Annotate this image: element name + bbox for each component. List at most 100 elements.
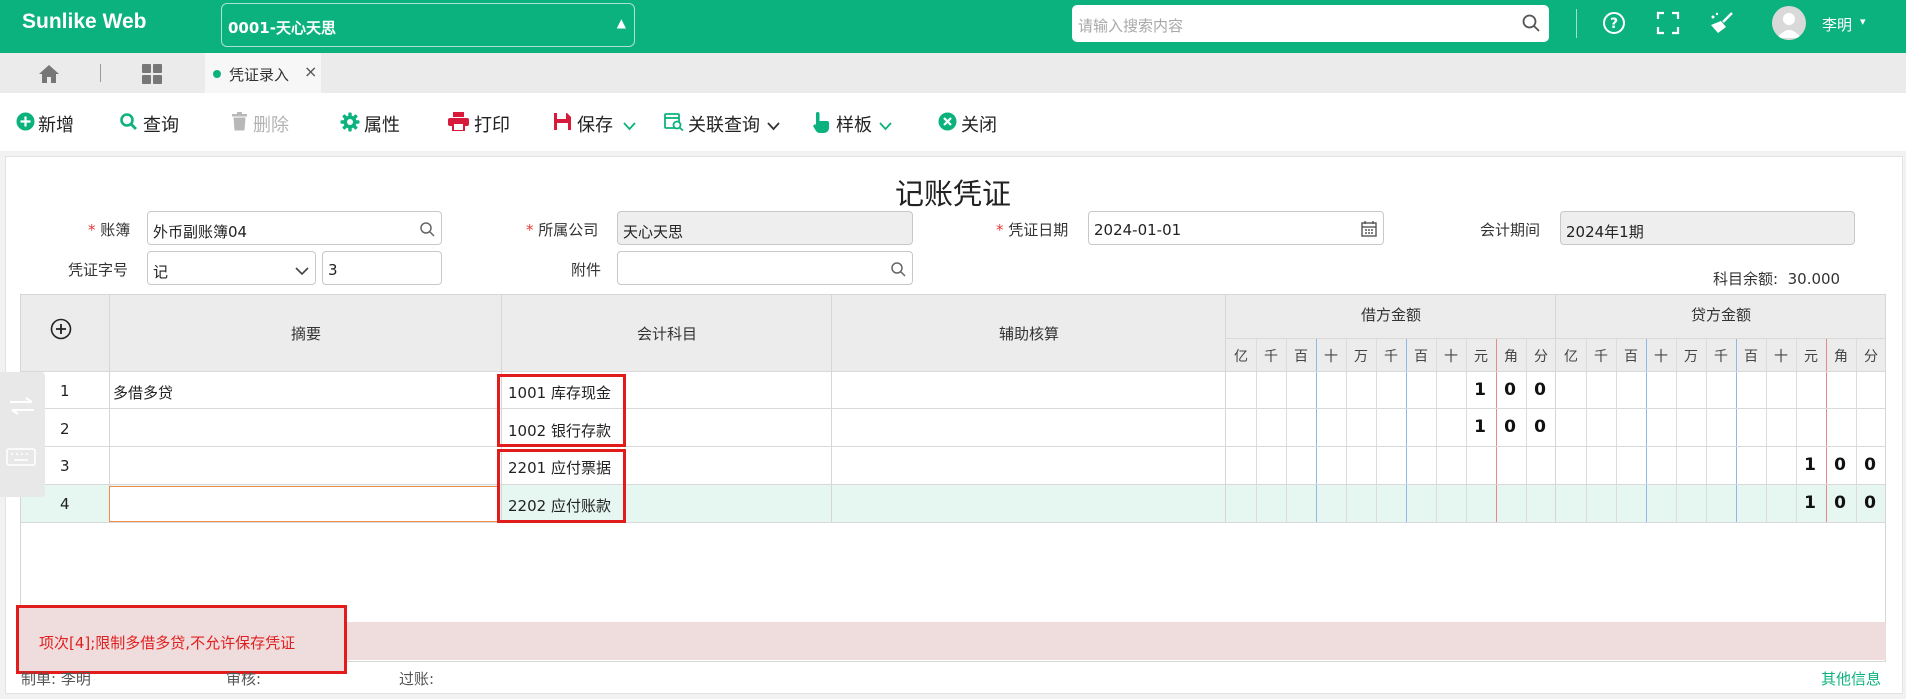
grid-line: [1376, 339, 1377, 522]
grid-line: [1406, 339, 1407, 522]
save-disk-icon: [553, 112, 572, 136]
debit-digit: 0: [1534, 380, 1546, 400]
tab-divider: [100, 64, 101, 82]
page-title: 记账凭证: [894, 177, 1011, 211]
voucher-number-input[interactable]: 3: [322, 251, 442, 285]
template-button[interactable]: 样板: [813, 111, 895, 136]
company-field: 天心天思: [617, 211, 913, 245]
period-field: 2024年1期: [1560, 211, 1855, 245]
grid-line: [1706, 339, 1707, 522]
side-panel-handle[interactable]: [0, 372, 45, 497]
credit-unit-header: 千: [1594, 349, 1608, 365]
grid-line: [1256, 339, 1257, 522]
top-bar: Sunlike Web 0001-天心天思 ▲ 请输入搜索内容 ? 李明 ▾: [0, 0, 1906, 53]
home-icon[interactable]: [38, 64, 60, 88]
global-search-input[interactable]: 请输入搜索内容: [1072, 5, 1549, 42]
clean-broom-icon[interactable]: [1708, 11, 1734, 39]
active-tab-dot: [213, 70, 221, 78]
tab-bar: 凭证录入 ×: [0, 53, 1906, 93]
properties-button[interactable]: 属性: [340, 111, 402, 136]
tab-voucher-entry[interactable]: 凭证录入 ×: [205, 53, 321, 93]
chevron-down-icon: [295, 262, 309, 280]
grid-line: [1646, 339, 1647, 522]
voucher-date-label: * 凭证日期: [996, 221, 1069, 239]
credit-digit: 0: [1864, 493, 1876, 513]
grid-line: [1436, 339, 1437, 522]
add-row-icon[interactable]: [50, 318, 72, 344]
search-icon[interactable]: [1521, 13, 1541, 37]
debit-digit: 1: [1474, 380, 1486, 400]
credit-unit-header: 亿: [1564, 349, 1578, 365]
chevron-down-icon[interactable]: [623, 115, 636, 136]
debit-unit-header: 十: [1444, 349, 1458, 365]
grid-line: [1286, 339, 1287, 522]
voucher-date-field[interactable]: 2024-01-01: [1088, 211, 1384, 245]
help-icon[interactable]: ?: [1602, 11, 1626, 39]
table-row[interactable]: [21, 372, 1885, 409]
credit-unit-header: 十: [1654, 349, 1668, 365]
query-button[interactable]: 查询: [119, 111, 181, 136]
grid-line: [1226, 338, 1886, 339]
credit-unit-header: 万: [1684, 349, 1698, 365]
chevron-down-icon[interactable]: [879, 115, 892, 136]
credit-unit-header: 百: [1624, 349, 1638, 365]
grid-line: [21, 446, 1885, 447]
search-icon[interactable]: [890, 261, 906, 281]
credit-unit-header: 角: [1834, 349, 1848, 365]
highlight-box: [497, 449, 626, 523]
debit-unit-header: 亿: [1234, 349, 1248, 365]
grid-line: [21, 484, 1885, 485]
search-icon[interactable]: [419, 221, 435, 241]
save-button[interactable]: 保存: [553, 111, 639, 136]
voucher-type-select[interactable]: 记: [147, 251, 316, 285]
close-tab-icon[interactable]: ×: [304, 62, 317, 81]
printer-icon: [448, 112, 469, 136]
ledger-field[interactable]: 外币副账簿04: [147, 211, 442, 245]
reviewer-label: 审核:: [226, 670, 262, 688]
app-grid-icon[interactable]: [141, 64, 163, 88]
debit-unit-header: 千: [1264, 349, 1278, 365]
table-row[interactable]: [21, 409, 1885, 446]
table-row[interactable]: [21, 447, 1885, 484]
gear-icon: [340, 112, 360, 137]
credit-unit-header: 千: [1714, 349, 1728, 365]
user-menu-caret-icon[interactable]: ▾: [1860, 15, 1866, 28]
debit-unit-header: 千: [1384, 349, 1398, 365]
delete-button[interactable]: 删除: [231, 111, 293, 136]
other-info-link[interactable]: 其他信息: [1821, 668, 1881, 689]
row-number: 1: [60, 382, 70, 400]
attachment-label: 附件: [571, 261, 602, 279]
grid-line: [1736, 339, 1737, 522]
credit-unit-header: 分: [1864, 349, 1878, 365]
fullscreen-icon[interactable]: [1656, 11, 1680, 39]
col-credit: 贷方金额: [1690, 306, 1751, 324]
row-summary[interactable]: 多借多贷: [113, 382, 173, 403]
toolbar: 新增 查询 删除 属性 打印 保存 关联查询 样板 关闭: [0, 93, 1906, 151]
highlight-box: [497, 374, 626, 447]
user-name[interactable]: 李明: [1822, 14, 1852, 35]
period-label: 会计期间: [1480, 221, 1541, 239]
close-button[interactable]: 关闭: [938, 111, 1002, 136]
ledger-label: * 账簿: [88, 221, 131, 239]
calendar-icon[interactable]: [1361, 221, 1377, 241]
account-selector-value: 0001-天心天思: [228, 19, 336, 37]
grid-line: [1316, 339, 1317, 522]
row-number: 3: [60, 457, 70, 475]
add-button[interactable]: 新增: [16, 111, 80, 136]
print-button[interactable]: 打印: [448, 111, 512, 136]
related-query-button[interactable]: 关联查询: [664, 111, 782, 136]
grid-line: [21, 522, 1885, 523]
close-circle-icon: [938, 112, 957, 136]
poster-label: 过账:: [399, 670, 435, 688]
debit-digit: 1: [1474, 417, 1486, 437]
credit-digit: 0: [1834, 455, 1846, 475]
attachment-field[interactable]: [617, 251, 913, 285]
chevron-down-icon[interactable]: [767, 115, 780, 136]
account-selector[interactable]: 0001-天心天思 ▲: [221, 3, 635, 47]
company-label: * 所属公司: [526, 221, 599, 239]
trash-icon: [231, 112, 248, 136]
summary-input-active[interactable]: [109, 486, 500, 522]
avatar[interactable]: [1772, 6, 1806, 40]
debit-digit: 0: [1504, 380, 1516, 400]
grid-line: [21, 408, 1885, 409]
